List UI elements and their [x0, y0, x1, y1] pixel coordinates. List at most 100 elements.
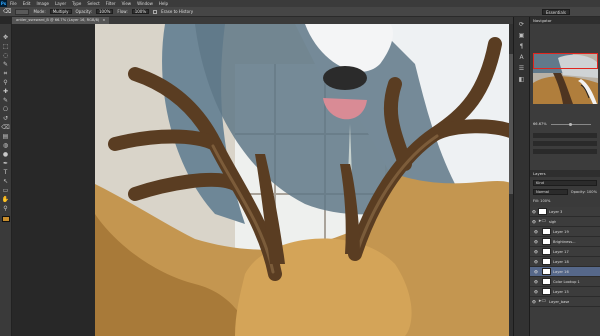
type-icon[interactable]: T	[2, 169, 10, 176]
lasso-icon[interactable]: ◌	[2, 52, 10, 59]
workspace-switcher[interactable]: Essentials	[541, 9, 570, 15]
menu-bar: Ps File Edit Image Layer Type Select Fil…	[0, 0, 600, 7]
opacity-field[interactable]: 100%	[95, 9, 114, 14]
path-select-icon[interactable]: ↖	[2, 178, 10, 185]
move-icon[interactable]: ✥	[2, 34, 10, 41]
eraser-icon[interactable]: ⌫	[1, 124, 9, 131]
zoom-icon[interactable]: ⚲	[2, 205, 10, 212]
foreground-color-swatch[interactable]	[1, 216, 10, 222]
paragraph-panel-icon[interactable]: ¶	[517, 42, 527, 50]
collapsed-panel-dock: ⟳ ▣ ¶ A ☰ ◧	[513, 17, 529, 336]
menu-filter[interactable]: Filter	[103, 1, 119, 6]
pen-icon[interactable]: ✒	[2, 160, 10, 167]
zoom-slider[interactable]	[550, 122, 591, 126]
visibility-eye-icon[interactable]: 👁	[530, 280, 542, 284]
flow-field[interactable]: 100%	[131, 9, 150, 14]
marquee-icon[interactable]: ⬚	[2, 43, 10, 50]
zoom-value[interactable]: 66.67%	[533, 122, 547, 126]
layers-list: 👁 Layer 3 👁 ▸▭ sigh 👁 Layer 19 👁 Brightness... 👁 L…	[530, 207, 600, 307]
layer-row[interactable]: 👁 Layer 19	[530, 227, 600, 237]
channels-panel-icon[interactable]: ☰	[517, 64, 527, 72]
close-icon[interactable]: ×	[102, 17, 105, 24]
layer-name: Brightness...	[553, 239, 576, 244]
brush-preset-picker[interactable]	[15, 8, 30, 15]
visibility-eye-icon[interactable]: 👁	[530, 290, 542, 294]
visibility-eye-icon[interactable]: 👁	[530, 260, 542, 264]
character-panel-icon[interactable]: A	[517, 53, 527, 61]
crop-icon[interactable]: ⌗	[2, 70, 10, 77]
layer-fill[interactable]: Fill: 100%	[533, 199, 550, 203]
menu-image[interactable]: Image	[33, 1, 52, 6]
layer-thumbnail	[542, 278, 551, 285]
eraser-icon[interactable]: ⌫	[3, 8, 11, 15]
layer-row[interactable]: 👁 Brightness...	[530, 237, 600, 247]
stamp-icon[interactable]: ⎔	[2, 106, 10, 113]
layer-name: Layer 3	[549, 209, 563, 214]
menu-select[interactable]: Select	[84, 1, 102, 6]
zoom-slider-knob[interactable]	[568, 122, 572, 126]
hand-icon[interactable]: ✋	[2, 196, 10, 203]
properties-panel-icon[interactable]: ▣	[517, 31, 527, 39]
visibility-eye-icon[interactable]: 👁	[530, 250, 542, 254]
menu-layer[interactable]: Layer	[52, 1, 69, 6]
adjustments-panel-icon[interactable]: ◧	[517, 75, 527, 83]
navigator-tab[interactable]: Navigator	[530, 17, 600, 24]
mode-label: Mode:	[33, 9, 46, 14]
layer-row[interactable]: 👁 Layer 16	[530, 267, 600, 277]
history-row[interactable]	[533, 149, 597, 154]
history-panel-icon[interactable]: ⟳	[517, 20, 527, 28]
document-tab[interactable]: antler_ssreward_B @ 66.7% (Layer 16, RGB…	[12, 17, 110, 24]
history-brush-icon[interactable]: ↺	[2, 115, 10, 122]
visibility-eye-icon[interactable]: 👁	[530, 270, 542, 274]
layer-thumbnail	[538, 208, 547, 215]
history-row[interactable]	[533, 133, 597, 138]
layer-opacity[interactable]: Opacity: 100%	[571, 190, 597, 194]
layers-controls: Kind Normal Opacity: 100% Fill: 100%	[530, 177, 600, 207]
menu-file[interactable]: File	[7, 1, 20, 6]
shape-icon[interactable]: ▭	[2, 187, 10, 194]
layer-row[interactable]: 👁 Color Lookup 1	[530, 277, 600, 287]
visibility-eye-icon[interactable]: 👁	[530, 300, 538, 304]
dodge-icon[interactable]: ●	[2, 151, 10, 158]
layer-kind-filter[interactable]: Kind	[533, 179, 597, 186]
layer-thumbnail	[542, 258, 551, 265]
quick-select-icon[interactable]: ✎	[2, 61, 10, 68]
mode-select[interactable]: Multiply	[49, 9, 72, 14]
layer-name: Color Lookup 1	[553, 279, 580, 284]
layer-row[interactable]: 👁 Layer 15	[530, 287, 600, 297]
app-logo[interactable]: Ps	[0, 0, 7, 7]
erase-to-history-checkbox[interactable]	[153, 9, 158, 14]
tools-panel: ✥ ⬚ ◌ ✎ ⌗ ⚲ ✚ ✎ ⎔ ↺ ⌫ ▤ ◍ ● ✒ T ↖ ▭ ✋ ⚲	[0, 24, 12, 336]
layer-name: Layer 19	[553, 229, 569, 234]
layer-thumbnail	[542, 238, 551, 245]
history-row[interactable]	[533, 141, 597, 146]
visibility-eye-icon[interactable]: 👁	[530, 220, 538, 224]
blur-icon[interactable]: ◍	[2, 142, 10, 149]
menu-edit[interactable]: Edit	[20, 1, 34, 6]
visibility-eye-icon[interactable]: 👁	[530, 240, 542, 244]
gradient-icon[interactable]: ▤	[2, 133, 10, 140]
visibility-eye-icon[interactable]: 👁	[530, 210, 538, 214]
menu-window[interactable]: Window	[134, 1, 156, 6]
folder-icon: ▸▭	[538, 218, 547, 224]
layer-row[interactable]: 👁 Layer 3	[530, 207, 600, 217]
eyedropper-icon[interactable]: ⚲	[2, 79, 10, 86]
layer-row[interactable]: 👁 Layer 17	[530, 247, 600, 257]
visibility-eye-icon[interactable]: 👁	[530, 230, 542, 234]
menu-view[interactable]: View	[119, 1, 135, 6]
canvas-artwork[interactable]	[95, 24, 513, 336]
navigator-view-frame[interactable]	[533, 53, 598, 69]
navigator-panel: 66.67%	[530, 24, 600, 130]
layer-row[interactable]: 👁 ▸▭ sigh	[530, 217, 600, 227]
menu-help[interactable]: Help	[156, 1, 171, 6]
layers-tab[interactable]: Layers	[530, 170, 600, 177]
menu-type[interactable]: Type	[69, 1, 84, 6]
layer-row[interactable]: 👁 ▸▭ Layer_base	[530, 297, 600, 307]
healing-icon[interactable]: ✚	[2, 88, 10, 95]
opacity-label: Opacity:	[75, 9, 92, 14]
artwork-image	[95, 24, 513, 336]
layer-row[interactable]: 👁 Layer 18	[530, 257, 600, 267]
layer-blend-mode[interactable]: Normal	[533, 188, 568, 195]
brush-icon[interactable]: ✎	[2, 97, 10, 104]
erase-to-history-label: Erase to History	[161, 9, 194, 14]
